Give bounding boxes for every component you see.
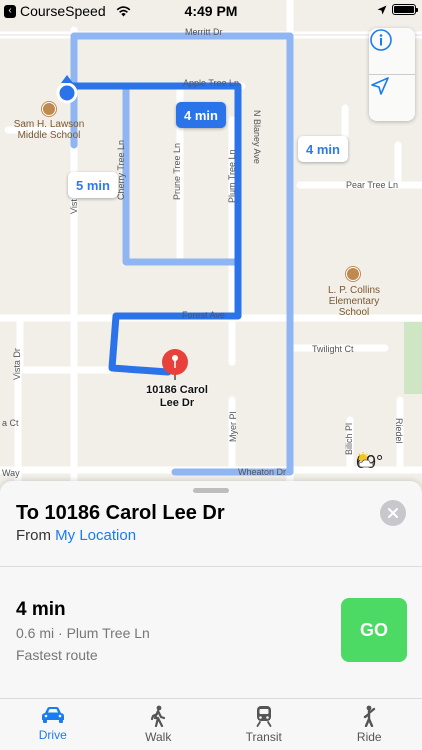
info-button[interactable] — [369, 28, 415, 74]
go-button[interactable]: GO — [341, 598, 407, 662]
map-controls — [369, 28, 415, 121]
map-view[interactable]: Merritt Dr Apple Tree Ln N Blaney Ave Ch… — [0, 0, 422, 490]
route-time-bubble-alt-left[interactable]: 5 min — [68, 172, 118, 198]
walk-icon — [151, 705, 166, 727]
transport-mode-tabbar: Drive Walk Transit Ride — [0, 698, 422, 750]
back-to-app-icon[interactable]: ‹ — [4, 4, 16, 18]
origin-line: From My Location — [16, 527, 136, 544]
partly-sunny-icon — [357, 452, 374, 468]
route-time-bubble-alt-right[interactable]: 4 min — [298, 136, 348, 162]
tab-drive-label: Drive — [38, 728, 67, 742]
school-icon[interactable] — [346, 267, 360, 281]
street-label-plum-tree: Plum Tree Ln — [227, 149, 237, 203]
battery-icon — [392, 4, 418, 15]
wifi-icon — [116, 5, 130, 16]
tab-walk[interactable]: Walk — [106, 699, 212, 750]
tab-drive[interactable]: Drive — [0, 699, 106, 750]
route-detail: 0.6 mi · Plum Tree Ln — [16, 625, 150, 641]
panel-grabber[interactable] — [193, 488, 229, 493]
street-label-merritt: Merritt Dr — [185, 27, 223, 37]
street-label-twilight: Twilight Ct — [312, 344, 354, 354]
street-label-ct-left: a Ct — [2, 418, 19, 428]
origin-prefix: From — [16, 527, 56, 544]
panel-divider — [0, 566, 422, 567]
current-location-dot[interactable] — [56, 82, 78, 104]
poi-lawson-school[interactable]: Sam H. Lawson Middle School — [4, 119, 94, 141]
tab-ride[interactable]: Ride — [317, 699, 422, 750]
directions-panel: To 10186 Carol Lee Dr From My Location 4… — [0, 481, 422, 750]
track-location-button[interactable] — [369, 75, 415, 121]
street-label-forest: Forest Ave — [182, 310, 225, 320]
school-icon[interactable] — [42, 102, 56, 116]
back-to-app-label[interactable]: CourseSpeed — [20, 3, 106, 19]
street-label-pear-tree: Pear Tree Ln — [346, 180, 399, 190]
close-button[interactable] — [380, 500, 406, 526]
tab-transit[interactable]: Transit — [211, 699, 317, 750]
close-icon — [388, 508, 398, 518]
weather-badge: 69° — [356, 452, 383, 473]
destination-map-label: 10186 Carol Lee Dr — [146, 384, 208, 409]
street-label-riedel: Riedel — [394, 418, 404, 444]
ride-icon — [364, 705, 376, 727]
car-icon — [41, 707, 64, 723]
street-label-bilich: Bilich Pl — [344, 422, 354, 455]
destination-title: To 10186 Carol Lee Dr — [16, 502, 225, 524]
street-label-apple-tree: Apple Tree Ln — [183, 78, 240, 88]
origin-link[interactable]: My Location — [55, 527, 136, 544]
tab-transit-label: Transit — [245, 730, 282, 744]
street-label-way-left: Way — [2, 468, 20, 478]
route-note: Fastest route — [16, 647, 98, 663]
tab-ride-label: Ride — [356, 730, 382, 744]
info-icon — [370, 29, 392, 51]
route-time[interactable]: 4 min — [16, 599, 66, 621]
street-label-vista-top: Vist — [69, 199, 79, 214]
street-label-prune-tree: Prune Tree Ln — [172, 142, 182, 200]
train-icon — [256, 706, 272, 727]
route-time-bubble-selected[interactable]: 4 min — [176, 102, 226, 128]
tab-walk-label: Walk — [145, 730, 172, 744]
map-streets — [0, 0, 422, 490]
status-bar: ‹ CourseSpeed 4:49 PM — [0, 0, 422, 22]
location-services-icon — [377, 5, 387, 14]
street-label-wheaton: Wheaton Dr — [238, 467, 287, 477]
street-label-vista: Vista Dr — [12, 348, 22, 380]
poi-collins-school[interactable]: L. P. Collins Elementary School — [314, 285, 394, 318]
street-label-n-blaney: N Blaney Ave — [252, 110, 262, 164]
location-arrow-icon — [371, 77, 389, 95]
street-label-myer: Myer Pl — [228, 411, 238, 442]
